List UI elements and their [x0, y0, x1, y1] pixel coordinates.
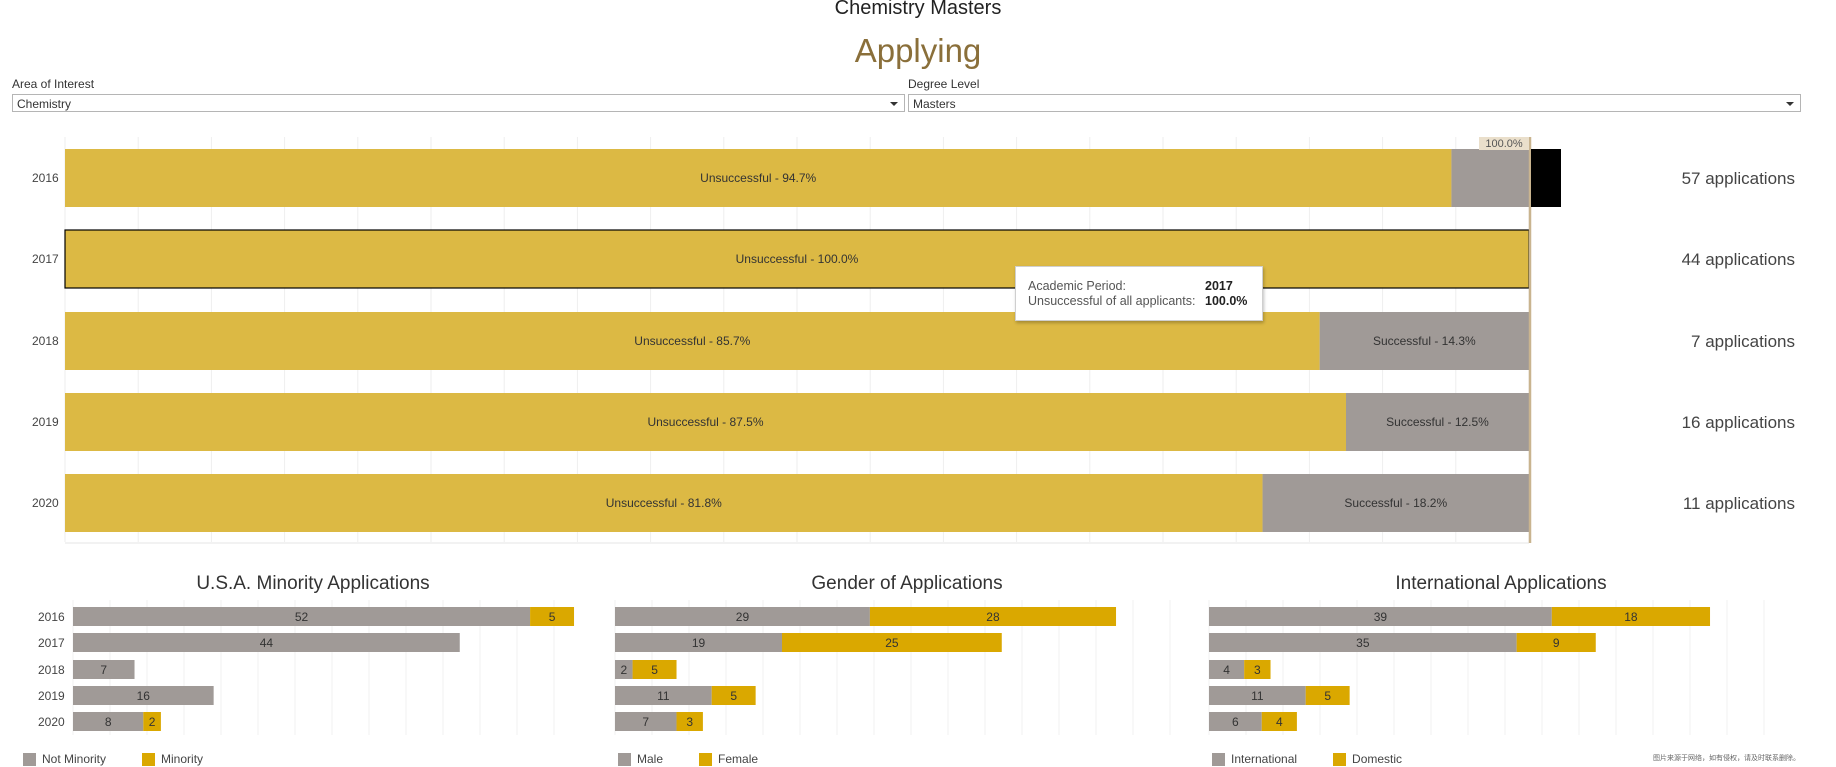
bar-value-2016-minority: 5 — [549, 610, 556, 624]
watermark-text: 图片来源于网络，如有侵权，请及时联系删除。 — [1653, 755, 1800, 762]
legend-swatch — [1333, 752, 1347, 766]
reference-line-label: 100.0% — [1485, 138, 1523, 150]
bar-value-2019-not-minority: 16 — [137, 689, 151, 703]
small-row-label-2017: 2017 — [38, 636, 65, 650]
small-row-label-2020: 2020 — [38, 715, 65, 729]
data-label-2019-successful: Successful - 12.5% — [1386, 415, 1489, 429]
bar-value-2016-not-minority: 52 — [295, 610, 309, 624]
small-row-label-2018: 2018 — [38, 663, 65, 677]
data-label-2020-unsuccessful: Unsuccessful - 81.8% — [606, 496, 722, 510]
legend-label: Not Minority — [42, 752, 107, 766]
bar-value-2019-female: 5 — [730, 689, 737, 703]
bar-value-2016-male: 29 — [736, 610, 750, 624]
data-label-2017-unsuccessful: Unsuccessful - 100.0% — [736, 252, 859, 266]
tooltip: Academic Period: 2017 Unsuccessful of all… — [1015, 266, 1263, 321]
legend-item-male[interactable]: Male — [618, 752, 663, 766]
bar-value-2016-domestic: 18 — [1624, 610, 1638, 624]
tooltip-value-unsuccessful: 100.0% — [1205, 294, 1248, 308]
applications-count-2016: 57 applications — [1682, 169, 1795, 188]
data-label-2016-unsuccessful: Unsuccessful - 94.7% — [700, 171, 816, 185]
legend-label: Domestic — [1352, 752, 1403, 766]
bar-value-2017-female: 25 — [885, 636, 899, 650]
legend-item-female[interactable]: Female — [699, 752, 758, 766]
bar-value-2018-not-minority: 7 — [100, 663, 107, 677]
bar-value-2019-domestic: 5 — [1324, 689, 1331, 703]
tooltip-key-period: Academic Period: — [1028, 279, 1126, 293]
tooltip-value-period: 2017 — [1205, 279, 1233, 293]
bar-value-2018-male: 2 — [620, 663, 627, 677]
bar-value-2020-male: 7 — [642, 715, 649, 729]
legend-minority: Not Minority Minority — [23, 752, 239, 766]
bar-value-2017-international: 35 — [1356, 636, 1370, 650]
legend-item-not-minority[interactable]: Not Minority — [23, 752, 106, 766]
row-label-2020: 2020 — [32, 496, 59, 510]
legend-label: Male — [637, 752, 664, 766]
bar-value-2016-international: 39 — [1374, 610, 1388, 624]
panel-title-2: Gender of Applications — [811, 573, 1002, 594]
charts-canvas: 2016 Unsuccessful - 94.7% 57 applications2… — [32, 137, 1795, 735]
bar-value-2017-male: 19 — [692, 636, 706, 650]
legend-item-domestic[interactable]: Domestic — [1333, 752, 1402, 766]
bar-value-2020-not-minority: 8 — [105, 715, 112, 729]
data-label-2019-unsuccessful: Unsuccessful - 87.5% — [647, 415, 763, 429]
data-label-2018-successful: Successful - 14.3% — [1373, 334, 1476, 348]
legend-swatch — [23, 752, 36, 766]
legend-label: Minority — [161, 752, 204, 766]
applications-count-2020: 11 applications — [1683, 494, 1795, 513]
legend-item-minority[interactable]: Minority — [142, 752, 203, 766]
bar-value-2017-not-minority: 44 — [260, 636, 274, 650]
tooltip-key-unsuccessful: Unsuccessful of all applicants: — [1028, 294, 1196, 308]
applications-count-2018: 7 applications — [1691, 332, 1795, 351]
panel-title-3: International Applications — [1395, 573, 1606, 594]
bar-value-2017-domestic: 9 — [1553, 636, 1560, 650]
legend-swatch — [699, 752, 713, 766]
bar-value-2020-minority: 2 — [149, 715, 156, 729]
bar-value-2016-female: 28 — [986, 610, 1000, 624]
small-row-label-2016: 2016 — [38, 610, 65, 624]
bar-value-2019-international: 11 — [1251, 689, 1264, 703]
bar-value-2020-domestic: 4 — [1276, 715, 1283, 729]
legend-label: Female — [718, 752, 759, 766]
legend-swatch — [142, 752, 156, 766]
row-label-2017: 2017 — [32, 252, 59, 266]
data-label-2018-unsuccessful: Unsuccessful - 85.7% — [634, 334, 750, 348]
selected-highlight-bar — [1531, 149, 1561, 207]
small-row-label-2019: 2019 — [38, 689, 65, 703]
legend-swatch — [1212, 752, 1225, 766]
bar-value-2019-male: 11 — [657, 689, 670, 703]
bar-value-2020-international: 6 — [1232, 715, 1239, 729]
row-label-2019: 2019 — [32, 415, 59, 429]
legend-label: International — [1231, 752, 1298, 766]
row-label-2018: 2018 — [32, 334, 59, 348]
bar-value-2018-domestic: 3 — [1254, 663, 1261, 677]
legend-swatch — [618, 752, 631, 766]
legend-international: International Domestic — [1212, 752, 1438, 766]
bar-value-2020-female: 3 — [686, 715, 693, 729]
bar-2016-successful — [1451, 149, 1529, 207]
panel-title-1: U.S.A. Minority Applications — [196, 573, 429, 594]
legend-item-international[interactable]: International — [1212, 752, 1297, 766]
bar-value-2018-female: 5 — [651, 663, 658, 677]
row-label-2016: 2016 — [32, 171, 59, 185]
data-label-2020-successful: Successful - 18.2% — [1344, 496, 1447, 510]
applications-count-2017: 44 applications — [1682, 250, 1795, 269]
bar-value-2018-international: 4 — [1223, 663, 1230, 677]
legend-gender: Male Female — [618, 752, 794, 766]
applications-count-2019: 16 applications — [1682, 413, 1795, 432]
